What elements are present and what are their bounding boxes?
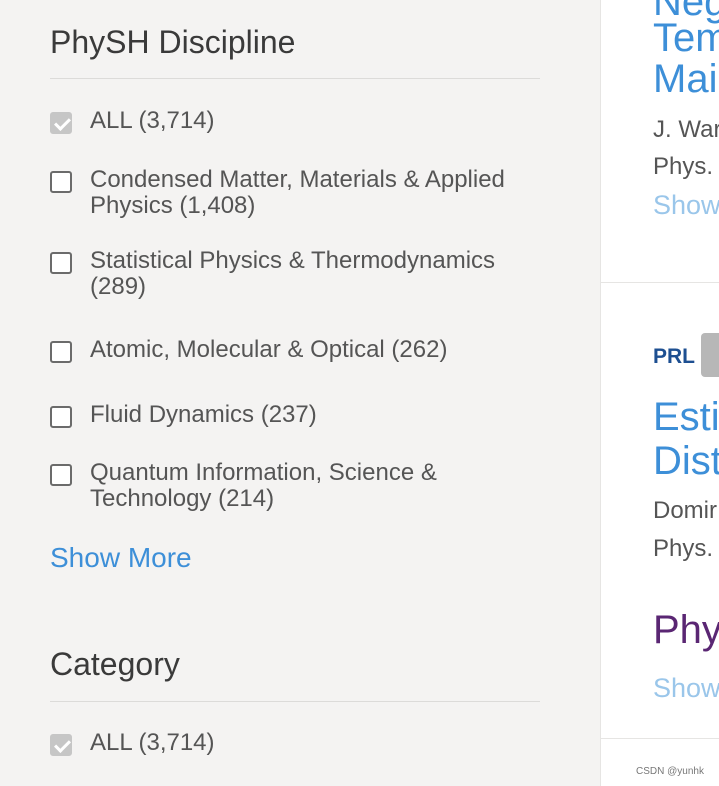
physh-option-fluid-dynamics[interactable]: Fluid Dynamics (237) (50, 402, 520, 428)
result-title-line[interactable]: Mai (653, 59, 717, 99)
result-title-line[interactable]: Esti (653, 397, 719, 437)
physics-brand-logo: Phys (653, 608, 719, 652)
facet-divider (50, 78, 540, 79)
physh-option-quantum-information[interactable]: Quantum Information, Science & Technolog… (50, 460, 520, 512)
option-label: ALL (3,714) (90, 729, 215, 756)
checkbox[interactable] (50, 406, 72, 428)
show-more-link[interactable]: Show More (50, 542, 192, 574)
option-label: Condensed Matter, Materials & Applied Ph… (90, 166, 505, 219)
result-show-link[interactable]: Show (653, 190, 719, 221)
option-label: Fluid Dynamics (237) (90, 401, 317, 428)
result-divider (601, 282, 719, 283)
checkbox[interactable] (50, 341, 72, 363)
physh-discipline-title: PhySH Discipline (50, 24, 296, 60)
option-label: ALL (3,714) (90, 107, 215, 134)
result-divider (601, 738, 719, 739)
result-authors: Domir (653, 497, 717, 524)
option-label: Atomic, Molecular & Optical (262) (90, 336, 448, 363)
journal-badge-prl: PRL (653, 345, 695, 368)
physh-option-atomic-molecular-optical[interactable]: Atomic, Molecular & Optical (262) (50, 337, 520, 363)
filter-sidebar: PhySH Discipline ALL (3,714) Condensed M… (0, 0, 600, 786)
result-authors: J. War (653, 116, 719, 143)
checkbox[interactable] (50, 734, 72, 756)
physh-option-all[interactable]: ALL (3,714) (50, 108, 520, 134)
checkbox[interactable] (50, 252, 72, 274)
physh-option-statistical-physics[interactable]: Statistical Physics & Thermodynamics (28… (50, 248, 520, 300)
result-title-line[interactable]: Dist (653, 441, 719, 481)
search-results: Neg Tem Mai J. War Phys. Show PRL Esti D… (600, 0, 719, 786)
checkbox[interactable] (50, 112, 72, 134)
checkbox[interactable] (50, 464, 72, 486)
option-label: Quantum Information, Science & Technolog… (90, 459, 437, 512)
watermark-text: CSDN @yunhk (636, 766, 704, 777)
physh-option-condensed-matter[interactable]: Condensed Matter, Materials & Applied Ph… (50, 167, 520, 219)
result-title-line[interactable]: Tem (653, 18, 719, 58)
facet-divider (50, 701, 540, 702)
category-title: Category (50, 646, 180, 682)
result-show-link[interactable]: Show (653, 673, 719, 704)
result-journal: Phys. (653, 153, 714, 180)
option-label: Statistical Physics & Thermodynamics (28… (90, 247, 496, 300)
access-badge (701, 333, 719, 377)
checkbox[interactable] (50, 171, 72, 193)
result-journal: Phys. (653, 535, 714, 562)
category-option-all[interactable]: ALL (3,714) (50, 730, 520, 756)
